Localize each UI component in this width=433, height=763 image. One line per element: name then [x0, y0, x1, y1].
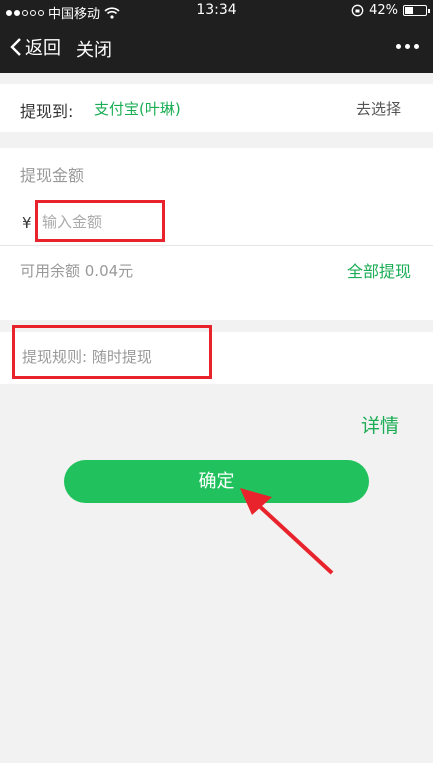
annotation-arrow	[240, 488, 334, 575]
